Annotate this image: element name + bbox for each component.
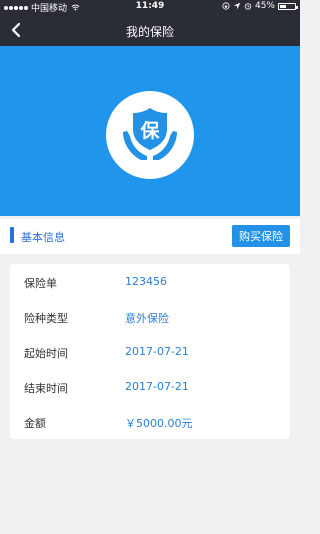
detail-label: 金额	[24, 417, 46, 430]
detail-row-start-date: 起始时间 2017-07-21	[10, 334, 290, 369]
status-bar: 中国移动 11:49 45%	[0, 0, 300, 14]
detail-row-end-date: 结束时间 2017-07-21	[10, 369, 290, 404]
location-arrow-icon	[233, 2, 241, 10]
section-header: 基本信息 购买保险	[0, 219, 300, 254]
detail-label: 起始时间	[24, 347, 68, 360]
detail-value: 123456	[125, 275, 167, 288]
insurance-badge: 保	[106, 91, 194, 179]
detail-row-type: 险种类型 意外保险	[10, 299, 290, 334]
insurance-details-card: 保险单 123456 险种类型 意外保险 起始时间 2017-07-21 结束时…	[10, 264, 290, 439]
page-title: 我的保险	[125, 25, 174, 39]
status-right: 45%	[222, 1, 298, 11]
detail-value: 2017-07-21	[125, 380, 189, 393]
insurance-shield-hands-icon: 保	[123, 108, 177, 160]
detail-label: 保险单	[24, 277, 57, 290]
detail-row-amount: 金额 ￥5000.00元	[10, 404, 290, 439]
detail-row-policy: 保险单 123456	[10, 264, 290, 299]
buy-insurance-button[interactable]: 购买保险	[232, 225, 290, 247]
battery-percent: 45%	[254, 1, 275, 11]
detail-label: 险种类型	[24, 312, 68, 325]
section-title: 基本信息	[21, 231, 65, 244]
lock-rotation-icon	[222, 2, 230, 10]
detail-value: 2017-07-21	[125, 345, 189, 358]
section-indicator-bar	[10, 227, 14, 243]
detail-value: ￥5000.00元	[125, 417, 193, 430]
battery-icon	[278, 2, 298, 10]
hero-banner: 保	[0, 46, 300, 216]
navigation-bar: 我的保险	[0, 14, 300, 46]
detail-label: 结束时间	[24, 382, 68, 395]
detail-value: 意外保险	[125, 312, 169, 325]
shield-text: 保	[139, 119, 160, 142]
alarm-clock-icon	[244, 3, 252, 10]
